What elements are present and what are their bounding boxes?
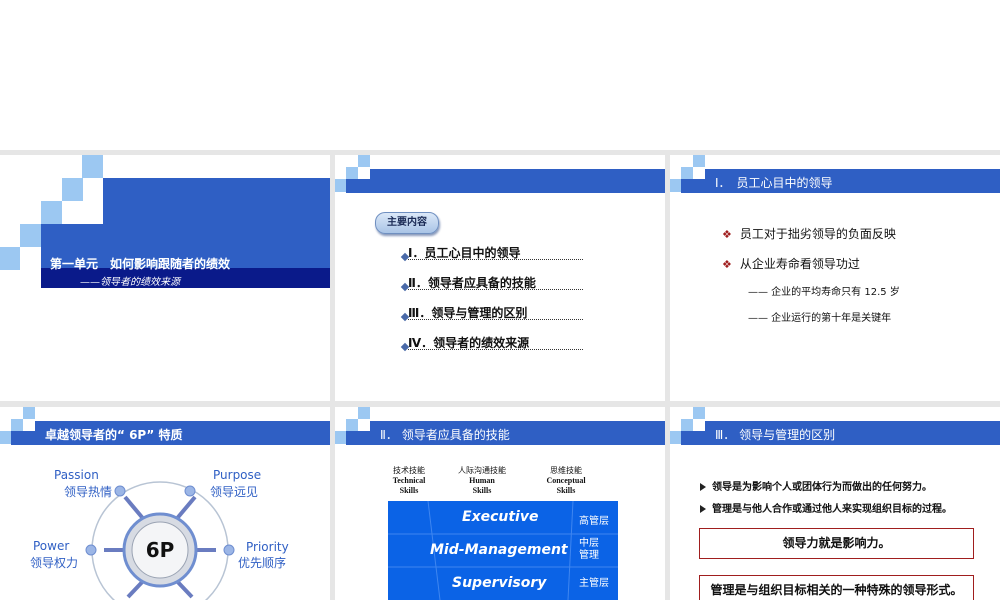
bullet-icon: ❖: [722, 228, 732, 241]
highlight-box: 领导力就是影响力。: [699, 528, 974, 559]
dotted-divider: [408, 259, 583, 260]
deco-square: [670, 179, 681, 192]
deco-square: [358, 167, 370, 179]
triangle-bullet-icon: [700, 505, 706, 513]
six-p-diagram: [85, 481, 235, 600]
management-levels-block: Executive 高管层 Mid-Management 中层管理 Superv…: [388, 501, 618, 600]
deco-square: [0, 247, 20, 270]
deco-square: [693, 407, 705, 419]
slide-thumbnail-4[interactable]: 卓越领导者的“ 6P” 特质 6P Passion 领导热情 Purpose 领…: [0, 407, 330, 600]
deco-square: [693, 155, 705, 167]
skill-column-header: 人际沟通技能 Human Skills: [447, 466, 517, 496]
skill-en: Skills: [399, 486, 419, 495]
skill-column-header: 思维技能 Conceptual Skills: [535, 466, 597, 496]
center-label: 6P: [145, 538, 175, 562]
bullet-item: ❖ 员工对于拙劣领导的负面反映: [722, 225, 896, 242]
slide-header: Ⅰ． 员工心目中的领导: [715, 176, 833, 190]
deco-square: [20, 224, 41, 247]
deco-square: [681, 167, 693, 179]
bullet-item: ❖ 从企业寿命看领导功过: [722, 255, 860, 272]
node-dot: [223, 544, 235, 556]
deco-square: [346, 167, 358, 179]
triangle-bullet-icon: [700, 483, 706, 491]
skill-en: Conceptual: [546, 476, 586, 485]
header-bar: [681, 431, 705, 445]
skill-column-header: 技术技能 Technical Skills: [379, 466, 439, 496]
skill-cn: 思维技能: [550, 466, 582, 475]
priority-label-en: Priority: [246, 540, 289, 554]
passion-label-en: Passion: [54, 468, 99, 482]
sub-item: —— 企业的平均寿命只有 12.5 岁: [748, 287, 900, 298]
deco-square: [670, 431, 681, 444]
bullet-item: 领导是为影响个人或团体行为而做出的任何努力。: [700, 478, 932, 493]
deco-square: [62, 201, 83, 224]
skill-cn: 人际沟通技能: [458, 466, 506, 475]
header-bar: [681, 179, 705, 193]
dotted-divider: [408, 319, 583, 320]
level-en: Supervisory: [452, 575, 547, 591]
deco-square: [681, 419, 693, 431]
slide-header: Ⅱ． 领导者应具备的技能: [380, 428, 510, 442]
sub-item: —— 企业运行的第十年是关键年: [748, 313, 892, 324]
priority-label-cn: 优先顺序: [238, 556, 287, 570]
passion-label-cn: 领导热情: [64, 485, 113, 499]
slide-thumbnail-3[interactable]: Ⅰ． 员工心目中的领导 ❖ 员工对于拙劣领导的负面反映 ❖ 从企业寿命看领导功过 —…: [670, 155, 1000, 401]
level-en: Mid-Management: [430, 542, 568, 558]
level-cn: 中层管理: [579, 538, 599, 561]
bullet-icon: ❖: [722, 258, 732, 271]
level-en: Executive: [462, 509, 539, 525]
node-dot: [85, 544, 97, 556]
skill-en: Skills: [472, 486, 492, 495]
slide-thumbnail-6[interactable]: Ⅲ． 领导与管理的区别 领导是为影响个人或团体行为而做出的任何努力。 管理是与他…: [670, 407, 1000, 600]
skill-en: Technical: [392, 476, 426, 485]
deco-square: [82, 155, 103, 178]
slide-thumbnail-5[interactable]: Ⅱ． 领导者应具备的技能 技术技能 Technical Skills 人际沟通技…: [335, 407, 665, 600]
purpose-label-cn: 领导远见: [210, 485, 259, 499]
node-dot: [114, 485, 126, 497]
deco-square: [358, 155, 370, 167]
skill-cn: 技术技能: [393, 466, 425, 475]
dotted-divider: [408, 349, 583, 350]
purpose-label-en: Purpose: [213, 468, 262, 482]
skill-en: Human: [469, 476, 495, 485]
bullet-text: 管理是与他人合作或通过他人来实现组织目标的过程。: [712, 504, 952, 515]
deco-square: [62, 178, 83, 201]
deco-square: [335, 179, 346, 192]
deco-square: [41, 201, 62, 224]
level-cn: 主管层: [579, 578, 609, 589]
bullet-text: 员工对于拙劣领导的负面反映: [739, 227, 896, 241]
highlight-box: 管理是与组织目标相关的一种特殊的领导形式。: [699, 575, 974, 600]
bullet-text: 领导是为影响个人或团体行为而做出的任何努力。: [712, 482, 932, 493]
deco-square: [358, 407, 370, 419]
header-bar: [346, 431, 370, 445]
bullet-item: 管理是与他人合作或通过他人来实现组织目标的过程。: [700, 500, 952, 515]
skill-en: Skills: [556, 486, 576, 495]
node-dot: [184, 485, 196, 497]
deco-square: [346, 419, 358, 431]
dotted-divider: [408, 289, 583, 290]
section-badge: 主要内容: [375, 212, 439, 234]
bullet-text: 从企业寿命看领导功过: [739, 257, 860, 271]
slide-title: 第一单元 如何影响跟随者的绩效: [50, 257, 231, 271]
header-bar: [346, 179, 370, 193]
power-label-en: Power: [33, 539, 70, 553]
slide-thumbnail-1[interactable]: 第一单元 如何影响跟随者的绩效 ——领导者的绩效来源: [0, 155, 330, 401]
deco-square: [335, 431, 346, 444]
slide-thumbnail-2[interactable]: 主要内容 Ⅰ．员工心目中的领导 Ⅱ．领导者应具备的技能 Ⅲ．领导与管理的区别 Ⅳ…: [335, 155, 665, 401]
level-cn: 高管层: [579, 516, 609, 527]
power-label-cn: 领导权力: [30, 556, 79, 570]
header-bar: [370, 169, 665, 193]
slide-header: Ⅲ． 领导与管理的区别: [715, 428, 836, 442]
slide-subtitle: ——领导者的绩效来源: [80, 277, 180, 288]
